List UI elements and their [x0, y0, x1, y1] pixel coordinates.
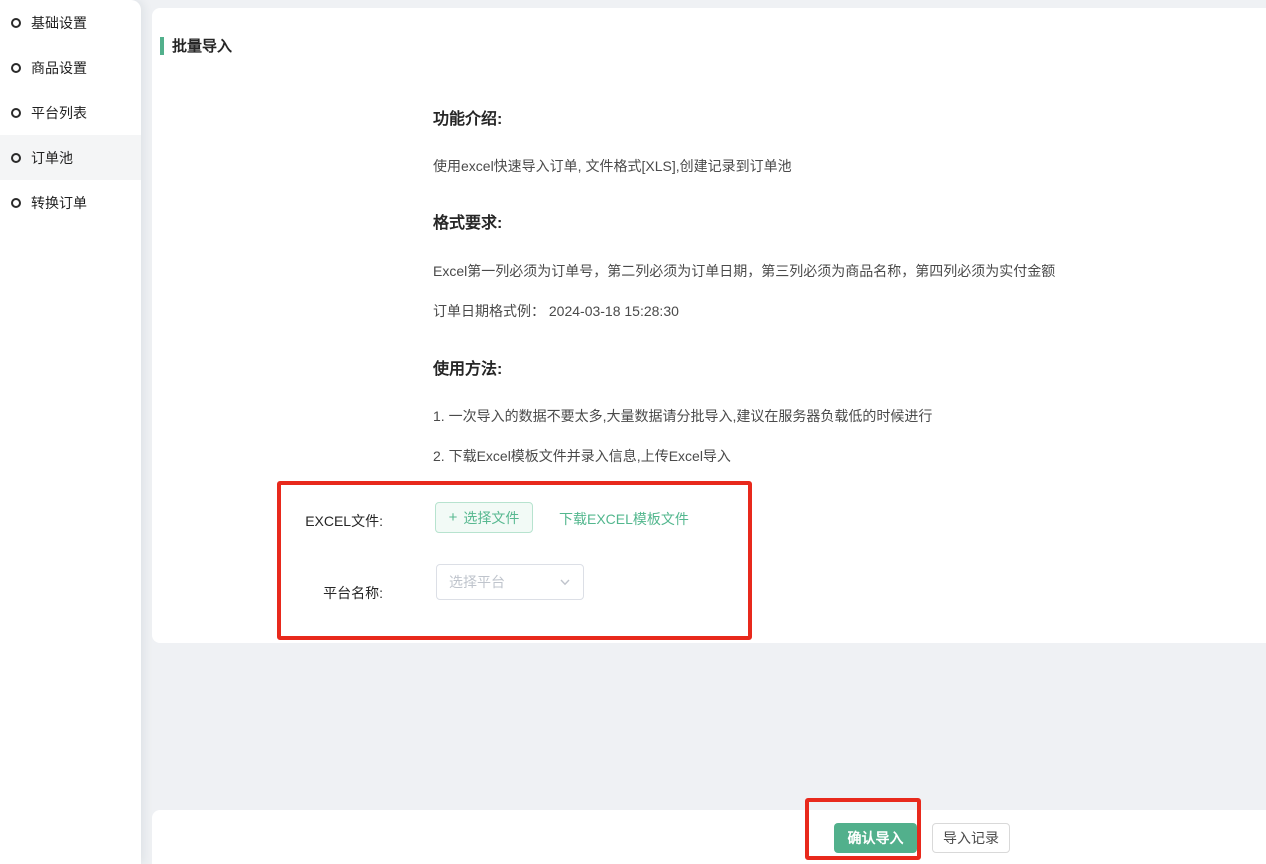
platform-select-placeholder: 选择平台: [449, 572, 505, 592]
choose-file-label: 选择文件: [463, 508, 519, 528]
excel-file-label: EXCEL文件:: [152, 511, 383, 531]
sidebar-item-label: 订单池: [31, 148, 73, 168]
format-example: 订单日期格式例： 2024-03-18 15:28:30: [433, 301, 679, 321]
choose-file-button[interactable]: + 选择文件: [435, 502, 533, 533]
sidebar-item-basic-settings[interactable]: 基础设置: [0, 0, 141, 45]
sidebar: 基础设置 商品设置 平台列表 订单池 转换订单: [0, 0, 141, 864]
sidebar-item-platform-list[interactable]: 平台列表: [0, 90, 141, 135]
sidebar-item-label: 转换订单: [31, 193, 87, 213]
circle-icon: [11, 18, 21, 28]
sidebar-item-label: 商品设置: [31, 58, 87, 78]
footer-action-bar: 确认导入 导入记录: [152, 810, 1266, 864]
format-body: Excel第一列必须为订单号，第二列必须为订单日期，第三列必须为商品名称，第四列…: [433, 261, 1055, 281]
platform-select[interactable]: 选择平台: [436, 564, 584, 600]
circle-icon: [11, 63, 21, 73]
usage-heading: 使用方法:: [433, 355, 502, 379]
batch-import-panel: 批量导入 功能介绍: 使用excel快速导入订单, 文件格式[XLS],创建记录…: [152, 8, 1266, 643]
sidebar-item-order-pool[interactable]: 订单池: [0, 135, 141, 180]
intro-body: 使用excel快速导入订单, 文件格式[XLS],创建记录到订单池: [433, 156, 792, 176]
circle-icon: [11, 153, 21, 163]
chevron-down-icon: [559, 576, 571, 588]
download-template-link[interactable]: 下载EXCEL模板文件: [559, 509, 689, 529]
confirm-import-button[interactable]: 确认导入: [834, 823, 917, 853]
sidebar-item-label: 基础设置: [31, 13, 87, 33]
import-records-button[interactable]: 导入记录: [932, 823, 1010, 853]
usage-step-2: 2. 下载Excel模板文件并录入信息,上传Excel导入: [433, 446, 731, 466]
circle-icon: [11, 198, 21, 208]
sidebar-item-product-settings[interactable]: 商品设置: [0, 45, 141, 90]
intro-heading: 功能介绍:: [433, 105, 502, 129]
title-accent-bar: [160, 37, 164, 55]
usage-step-1: 1. 一次导入的数据不要太多,大量数据请分批导入,建议在服务器负载低的时候进行: [433, 406, 932, 426]
plus-icon: +: [449, 510, 458, 525]
platform-name-label: 平台名称:: [152, 583, 383, 603]
page-title-row: 批量导入: [160, 35, 232, 56]
sidebar-item-label: 平台列表: [31, 103, 87, 123]
circle-icon: [11, 108, 21, 118]
page-title: 批量导入: [172, 35, 232, 56]
sidebar-item-convert-order[interactable]: 转换订单: [0, 180, 141, 225]
format-heading: 格式要求:: [433, 209, 502, 233]
